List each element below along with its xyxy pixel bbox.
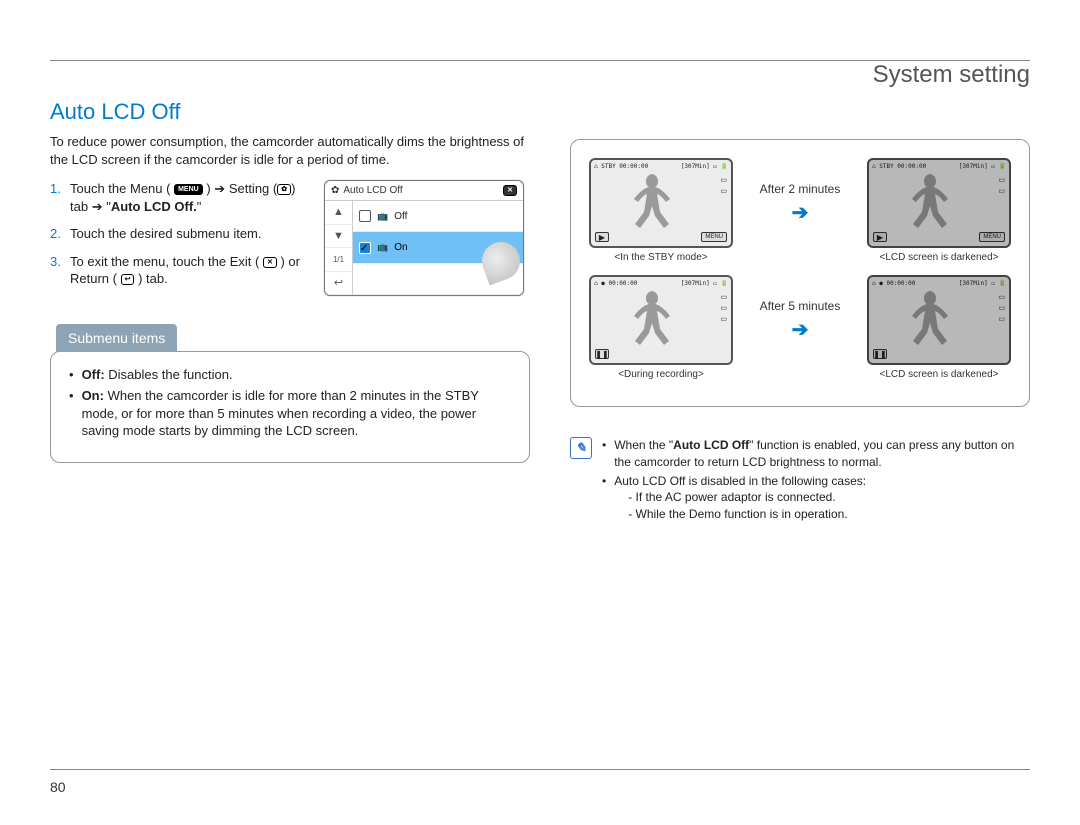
after-2-min-label: After 2 minutes <box>760 182 841 196</box>
menu-screenshot: ✿ Auto LCD Off ✕ ▲ ▼ 1/1 ↩ <box>324 180 524 296</box>
lcd-stby-time: STBY 00:00:00 <box>601 163 648 170</box>
submenu-off-text: Disables the function. <box>105 367 233 382</box>
caption-dark: <LCD screen is darkened> <box>867 252 1011 263</box>
section-title: System setting <box>50 61 1030 89</box>
note1-bold: Auto LCD Off <box>673 438 749 452</box>
lcd-remain: [307Min] <box>681 163 710 170</box>
nav-down: ▼ <box>325 225 353 249</box>
feature-title: Auto LCD Off <box>50 99 530 125</box>
menu-row-off-label: Off <box>394 211 407 222</box>
note2-text: Auto LCD Off is disabled in the followin… <box>614 474 866 488</box>
lcd-remain: [307Min] <box>959 280 988 287</box>
after-5-min-label: After 5 minutes <box>760 299 841 313</box>
arrow-icon: ➔ <box>792 200 809 225</box>
note-block: ✎ When the "Auto LCD Off" function is en… <box>570 437 1030 525</box>
lcd-stby: ⌂ STBY 00:00:00 [307Min] ▭ 🔋 ▭▭ ▶ MENU <box>589 158 733 248</box>
nav-up: ▲ <box>325 201 353 225</box>
submenu-heading: Submenu items <box>56 324 177 352</box>
nav-return: ↩ <box>325 272 353 296</box>
step1-part-c: Setting ( <box>229 181 277 196</box>
play-icon: ▶ <box>595 232 609 242</box>
step3-part-a: To exit the menu, touch the Exit ( <box>70 254 259 269</box>
step1-bold: Auto LCD Off. <box>111 199 197 214</box>
caption-dark: <LCD screen is darkened> <box>867 369 1011 380</box>
steps-list: 1. Touch the Menu ( MENU ) ➔ Setting (✿)… <box>50 180 310 298</box>
play-icon: ▶ <box>873 232 887 242</box>
gear-icon: ✿ <box>331 185 339 196</box>
lcd-menu: MENU <box>701 232 727 242</box>
step1-part-a: Touch the Menu ( <box>70 181 170 196</box>
submenu-box: Off: Disables the function. On: When the… <box>50 351 530 463</box>
pause-icon: ❚❚ <box>595 349 609 359</box>
feature-intro: To reduce power consumption, the camcord… <box>50 133 530 168</box>
nav-mid: 1/1 <box>325 248 353 272</box>
step3-part-c: ) tab. <box>138 271 168 286</box>
lcd-menu: MENU <box>979 232 1005 242</box>
caption-stby: <In the STBY mode> <box>589 252 733 263</box>
submenu-on-label: On: <box>82 388 104 403</box>
return-icon: ↩ <box>121 274 135 285</box>
lcd-stby-time: STBY 00:00:00 <box>879 163 926 170</box>
submenu-off-label: Off: <box>82 367 105 382</box>
pause-icon: ❚❚ <box>873 349 887 359</box>
note1-a: When the " <box>614 438 673 452</box>
lcd-remain: [307Min] <box>959 163 988 170</box>
page-number: 80 <box>50 779 66 795</box>
menu-row-on-label: On <box>394 242 407 253</box>
diagram-box: ⌂ STBY 00:00:00 [307Min] ▭ 🔋 ▭▭ ▶ MENU A… <box>570 139 1030 407</box>
lcd-rec-time: 00:00:00 <box>886 280 915 287</box>
arrow-icon: ➔ <box>792 317 809 342</box>
lcd-rec-dark: ⌂ ● 00:00:00 [307Min] ▭ 🔋 ▭▭▭ ❚❚ <box>867 275 1011 365</box>
exit-icon: ✕ <box>263 257 277 268</box>
submenu-on-text: When the camcorder is idle for more than… <box>82 388 479 438</box>
caption-rec: <During recording> <box>589 369 733 380</box>
step2-text: Touch the desired submenu item. <box>70 225 262 243</box>
menu-icon: MENU <box>174 184 203 195</box>
note2-sub-a: If the AC power adaptor is connected. <box>628 489 866 506</box>
lcd-remain: [307Min] <box>681 280 710 287</box>
gear-icon: ✿ <box>277 184 291 195</box>
lcd-stby-dark: ⌂ STBY 00:00:00 [307Min] ▭ 🔋 ▭▭ ▶ MENU <box>867 158 1011 248</box>
step1-part-g: " <box>197 199 202 214</box>
menu-row-off: 📺 Off <box>353 201 523 232</box>
note2-sub-b: While the Demo function is in operation. <box>628 506 866 523</box>
note-icon: ✎ <box>570 437 592 459</box>
close-icon: ✕ <box>503 185 517 196</box>
lcd-rec-time: 00:00:00 <box>608 280 637 287</box>
arrow-icon: ➔ <box>214 181 225 196</box>
menu-title-text: Auto LCD Off <box>343 185 402 196</box>
lcd-rec: ⌂ ● 00:00:00 [307Min] ▭ 🔋 ▭▭▭ ❚❚ <box>589 275 733 365</box>
arrow-icon: ➔ <box>92 199 103 214</box>
